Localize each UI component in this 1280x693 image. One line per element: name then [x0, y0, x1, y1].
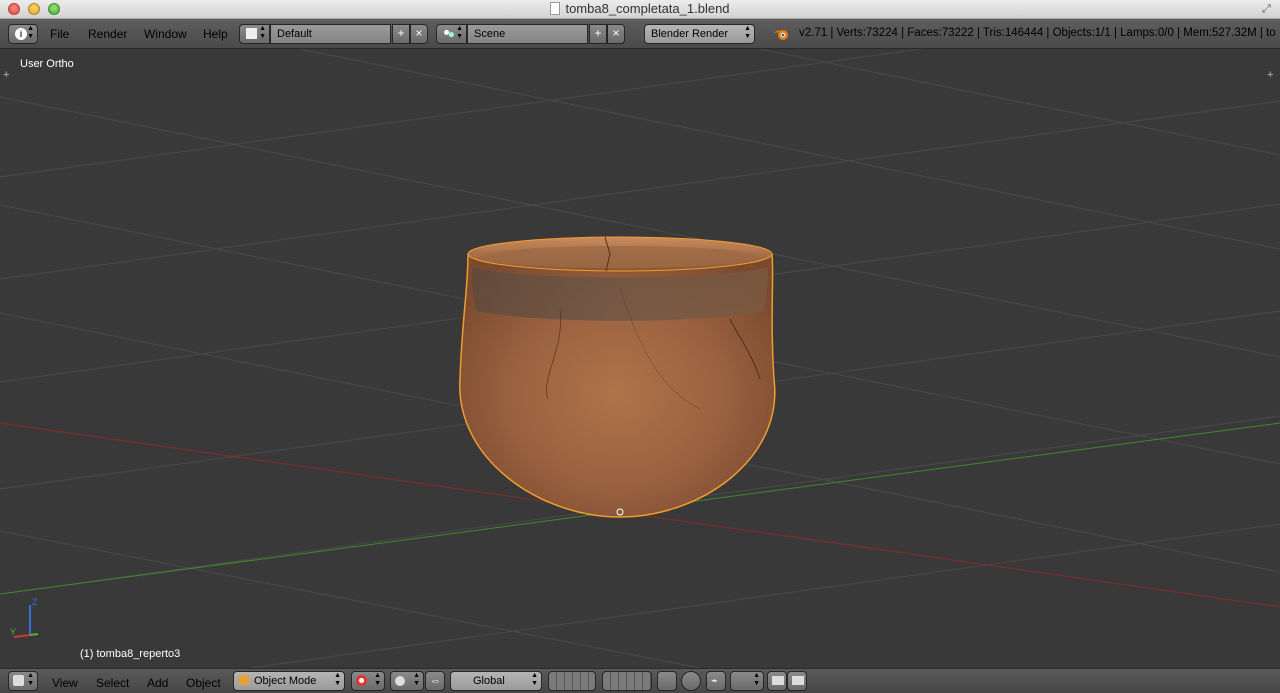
transform-orientation-dropdown[interactable]: Global ▲ ▼ [450, 671, 542, 691]
scene-selector[interactable]: ▲ ▼ [436, 24, 467, 44]
menu-file[interactable]: File [50, 27, 69, 41]
document-icon [550, 2, 561, 15]
orientation-label: Global [473, 675, 505, 687]
snap-icon: ⌁ [711, 675, 718, 687]
delete-layout-button[interactable]: × [410, 24, 428, 44]
fullscreen-icon[interactable]: ⤢ [1262, 3, 1274, 15]
menu-render[interactable]: Render [88, 27, 127, 41]
shading-icon [356, 675, 367, 686]
vessel-object[interactable] [459, 236, 776, 518]
snap-element-dropdown[interactable]: ▲ ▼ [730, 671, 764, 691]
mode-dropdown[interactable]: Object Mode ▲ ▼ [233, 671, 345, 691]
render-engine-label: Blender Render [651, 28, 729, 40]
render-icon [772, 676, 784, 685]
add-scene-button[interactable]: + [589, 24, 607, 44]
axis-y-label: Y [10, 627, 16, 637]
mode-cube-icon [239, 675, 249, 685]
menu-add[interactable]: Add [147, 676, 168, 690]
render-animation-button[interactable] [787, 671, 807, 691]
menu-help[interactable]: Help [203, 27, 228, 41]
clapperboard-icon [792, 676, 804, 685]
editor-type-button[interactable]: i ▲ ▼ [8, 24, 38, 44]
viewport-shading-dropdown[interactable]: ▲ ▼ [351, 671, 385, 691]
axis-z-label: Z [32, 597, 38, 607]
menu-select[interactable]: Select [96, 676, 129, 690]
title-bar: tomba8_completata_1.blend ⤢ [0, 0, 1280, 19]
scene-statistics: v2.71 | Verts:73224 | Faces:73222 | Tris… [799, 27, 1276, 39]
manipulator-icon: ⇔ [430, 675, 441, 687]
render-engine-dropdown[interactable]: Blender Render ▲ ▼ [644, 24, 755, 44]
scene-icon [443, 28, 455, 39]
proportional-edit-toggle[interactable] [681, 671, 701, 691]
menu-window[interactable]: Window [144, 27, 187, 41]
delete-scene-button[interactable]: × [607, 24, 625, 44]
scene-name[interactable]: Scene [467, 24, 588, 44]
lock-camera-toggle[interactable] [657, 671, 677, 691]
blender-logo-icon [773, 30, 788, 40]
pivot-icon [395, 676, 405, 686]
toolshelf-toggle-icon[interactable]: + [3, 69, 9, 81]
mode-label: Object Mode [254, 675, 317, 687]
info-icon: i [15, 28, 27, 40]
viewport-grid: Z Y [0, 49, 1280, 668]
axis-gizmo [13, 605, 39, 638]
screen-layout-selector[interactable]: ▲ ▼ [239, 24, 270, 44]
pivot-point-dropdown[interactable]: ▲ ▼ [390, 671, 424, 691]
layers-group-1[interactable] [548, 671, 596, 691]
snap-toggle[interactable]: ⌁ [706, 671, 726, 691]
view-label: User Ortho [20, 58, 74, 70]
active-object-label: (1) tomba8_reperto3 [80, 648, 181, 660]
3d-viewport[interactable]: Z Y + + User Ortho (1) tomba8_reperto3 [0, 49, 1280, 668]
view3d-icon [13, 675, 24, 686]
layers-group-2[interactable] [602, 671, 652, 691]
properties-toggle-icon[interactable]: + [1267, 69, 1273, 81]
view3d-header: ▲ ▼ View Select Add Object Object Mode ▲ ▼… [0, 668, 1280, 693]
window-title: tomba8_completata_1.blend [565, 1, 730, 16]
info-header: i ▲ ▼ File Render Window Help ▲ ▼ Default … [0, 19, 1280, 49]
screen-layout-name[interactable]: Default [270, 24, 391, 44]
layout-icon [246, 28, 257, 39]
window-title-wrap: tomba8_completata_1.blend [0, 1, 1280, 16]
render-image-button[interactable] [767, 671, 787, 691]
add-layout-button[interactable]: + [392, 24, 410, 44]
manipulator-toggle[interactable]: ⇔ [425, 671, 445, 691]
menu-object[interactable]: Object [186, 676, 221, 690]
editor-type-view3d-button[interactable]: ▲ ▼ [8, 671, 38, 691]
menu-view[interactable]: View [52, 676, 78, 690]
